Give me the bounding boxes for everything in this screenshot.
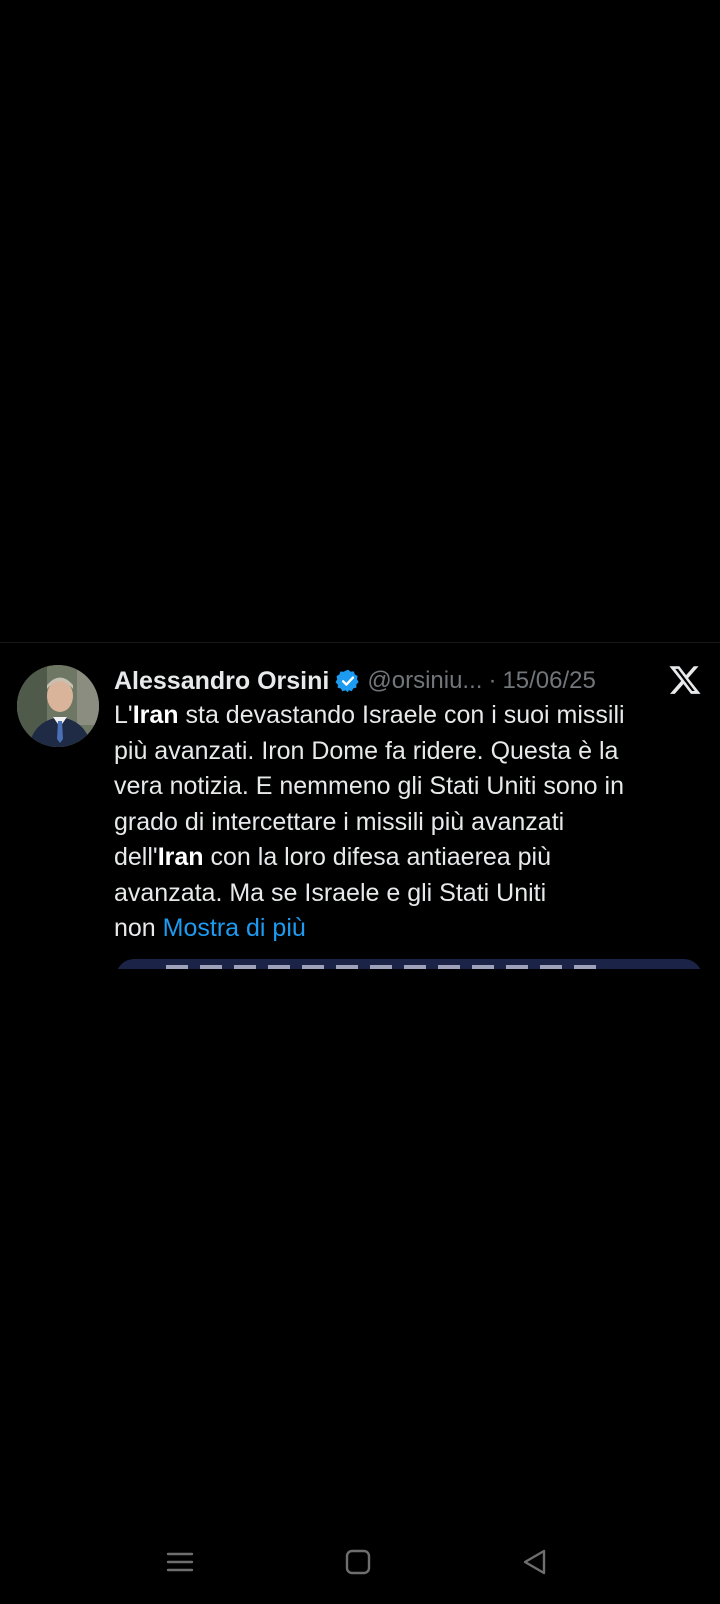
tweet-text-line: vera notizia. E nemmeno gli Stati Uniti … — [114, 772, 624, 800]
author-name[interactable]: Alessandro Orsini — [114, 667, 329, 696]
tweet-text-line: dell'Iran con la loro difesa antiaerea p… — [114, 843, 552, 871]
author-avatar[interactable] — [17, 665, 99, 747]
avatar-photo — [17, 665, 99, 747]
tweet-text: L'Iran sta devastando Israele con i suoi… — [114, 698, 704, 947]
home-square-icon[interactable] — [338, 1542, 378, 1582]
tweet-text-line: L'Iran sta devastando Israele con i suoi… — [114, 701, 625, 729]
show-more-link[interactable]: Mostra di più — [163, 914, 306, 942]
tweet-header: Alessandro Orsini @orsiniu... · 15/06/25 — [114, 661, 596, 701]
separator-dot: · — [488, 667, 497, 694]
tweet-text-line: avanzata. Ma se Israele e gli Stati Unit… — [114, 878, 547, 907]
tweet-card[interactable]: Alessandro Orsini @orsiniu... · 15/06/25… — [0, 642, 720, 969]
tweet-text-line: grado di intercettare i missili più avan… — [114, 807, 565, 836]
tweet-media-preview[interactable] — [116, 959, 702, 969]
menu-icon[interactable] — [160, 1542, 200, 1582]
tweet-date[interactable]: 15/06/25 — [502, 667, 595, 695]
back-triangle-icon[interactable] — [515, 1542, 555, 1582]
tweet-text-line: non Mostra di più — [114, 914, 306, 942]
x-logo-icon — [668, 663, 702, 697]
tweet-text-line: più avanzati. Iron Dome fa ridere. Quest… — [114, 736, 619, 765]
verified-badge-icon — [335, 668, 361, 694]
media-text-fragment — [166, 965, 606, 969]
author-handle[interactable]: @orsiniu... — [367, 667, 482, 695]
system-navigation-bar — [0, 1520, 720, 1604]
